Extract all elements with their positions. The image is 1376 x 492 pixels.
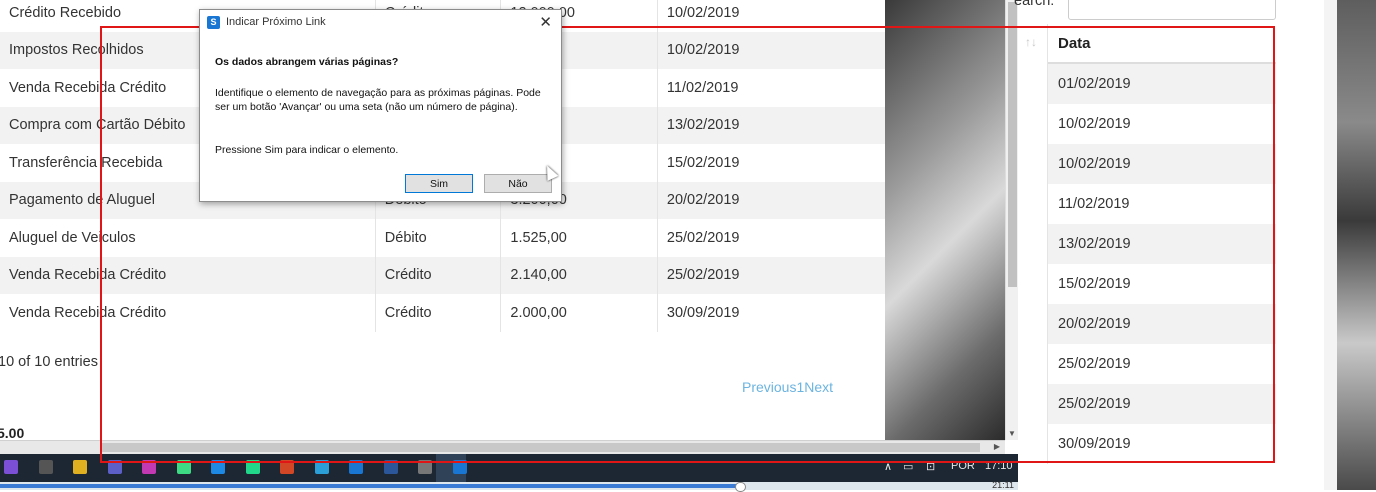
studio-icon[interactable] — [349, 460, 363, 474]
android-icon[interactable] — [176, 460, 191, 474]
sort-arrows-icon[interactable]: ↑↓ — [1025, 35, 1037, 49]
row-description: Aluguel de Veiculos — [9, 229, 136, 246]
background-photo — [885, 0, 1005, 440]
next-link-dialog: S Indicar Próximo Link ✕ Os dados abrang… — [199, 9, 562, 202]
table-row: Venda Recebida Crédito Crédito 2.000,00 30/… — [0, 294, 885, 332]
date-cell: 11/02/2019 — [1058, 196, 1130, 212]
taskbar: ∧ ▭ ⊡ POR 17:10 — [0, 454, 1018, 482]
tray-chevron-icon[interactable]: ∧ — [884, 460, 892, 473]
date-cell: 15/02/2019 — [1058, 276, 1131, 292]
horizontal-scroll-thumb[interactable] — [100, 443, 980, 452]
terminal-icon[interactable] — [38, 460, 53, 474]
date-cell: 30/09/2019 — [1058, 436, 1131, 452]
word-icon[interactable] — [383, 460, 398, 474]
row-amount: 2.000,00 — [500, 294, 658, 332]
no-button[interactable]: Não — [484, 174, 552, 193]
vertical-scrollbar[interactable]: ▼ — [1005, 0, 1019, 440]
row-description: Venda Recebida Crédito — [9, 304, 167, 321]
date-column: Data 01/02/2019 10/02/2019 10/02/2019 11/02… — [1047, 24, 1276, 464]
row-type: Crédito — [374, 256, 501, 294]
row-date: 20/02/2019 — [656, 181, 885, 219]
row-date: 25/02/2019 — [656, 256, 885, 294]
pagination: Previous1Next — [742, 379, 833, 395]
dialog-instruction: Pressione Sim para indicar o elemento. — [215, 144, 399, 156]
row-date: 10/02/2019 — [656, 31, 885, 69]
date-cell: 25/02/2019 — [1048, 384, 1276, 424]
scroll-down-arrow-icon[interactable]: ▼ — [1008, 429, 1016, 438]
right-background-photo — [1337, 0, 1376, 490]
close-icon[interactable]: ✕ — [539, 13, 552, 31]
dialog-title: Indicar Próximo Link — [226, 16, 326, 28]
vertical-scroll-thumb[interactable] — [1008, 2, 1017, 287]
powerpoint-icon[interactable] — [280, 460, 294, 474]
pagination-previous-link[interactable]: Previous — [742, 379, 796, 395]
row-amount: 2.140,00 — [500, 256, 658, 294]
search-label: earch: — [1014, 0, 1055, 9]
dialog-titlebar[interactable]: S Indicar Próximo Link ✕ — [200, 10, 561, 34]
horizontal-scrollbar[interactable]: ▶ — [0, 440, 1005, 455]
row-date: 30/09/2019 — [656, 294, 885, 332]
tray-display-icon[interactable]: ⊡ — [926, 460, 935, 473]
total-fragment: 5.00 — [0, 425, 25, 440]
powerapps-icon[interactable] — [142, 460, 156, 474]
media-time: 21:11 — [992, 480, 1014, 490]
search-input[interactable] — [1068, 0, 1276, 20]
date-cell: 01/02/2019 — [1048, 64, 1276, 104]
date-cell: 20/02/2019 — [1048, 304, 1276, 344]
date-cell: 10/02/2019 — [1048, 144, 1276, 184]
language-indicator[interactable]: POR — [951, 460, 975, 472]
row-date: 13/02/2019 — [656, 106, 885, 144]
table-row: Venda Recebida Crédito Crédito 2.140,00 25/… — [0, 256, 885, 294]
dialog-question: Os dados abrangem várias páginas? — [215, 56, 399, 68]
media-progress-knob[interactable] — [735, 482, 746, 492]
teams-icon[interactable] — [107, 460, 122, 474]
yes-button[interactable]: Sim — [405, 174, 473, 193]
scroll-right-arrow-icon[interactable]: ▶ — [994, 442, 1000, 451]
row-date: 15/02/2019 — [656, 144, 885, 182]
date-cell: 10/02/2019 — [1058, 116, 1131, 132]
media-progress-bar[interactable]: 21:11 — [0, 480, 1018, 492]
row-date: 25/02/2019 — [656, 219, 885, 257]
row-amount: 1.525,00 — [500, 219, 658, 257]
dialog-body-text: Identifique o elemento de navegação para… — [215, 87, 541, 113]
table-row: Aluguel de Veiculos Débito 1.525,00 25/02/2… — [0, 219, 885, 257]
calculator-icon[interactable] — [418, 460, 432, 474]
edge-icon[interactable] — [314, 460, 329, 474]
date-cell: 25/02/2019 — [1058, 356, 1131, 372]
row-date: 11/02/2019 — [656, 69, 885, 107]
studio-active-icon[interactable] — [452, 460, 467, 474]
date-column-header[interactable]: Data — [1048, 24, 1276, 64]
media-progress-fill — [0, 484, 740, 488]
visual-studio-icon[interactable] — [4, 460, 18, 474]
row-type: Débito — [374, 219, 501, 257]
date-cell: 13/02/2019 — [1048, 224, 1276, 264]
pagination-next-link[interactable]: Next — [804, 379, 833, 395]
clock[interactable]: 17:10 — [985, 460, 1013, 472]
entries-info: 10 of 10 entries — [0, 354, 98, 370]
studio-app-icon: S — [207, 16, 220, 29]
tray-network-icon[interactable]: ▭ — [903, 460, 913, 473]
row-description: Venda Recebida Crédito — [0, 256, 376, 294]
row-type: Crédito — [374, 294, 501, 332]
onedrive-icon[interactable] — [211, 460, 225, 474]
right-table-panel: earch: ↑↓ Data 01/02/2019 10/02/2019 10/02… — [1014, 0, 1324, 490]
row-date: 10/02/2019 — [656, 0, 885, 32]
chrome-icon[interactable] — [73, 460, 87, 474]
pycharm-icon[interactable] — [245, 460, 260, 474]
